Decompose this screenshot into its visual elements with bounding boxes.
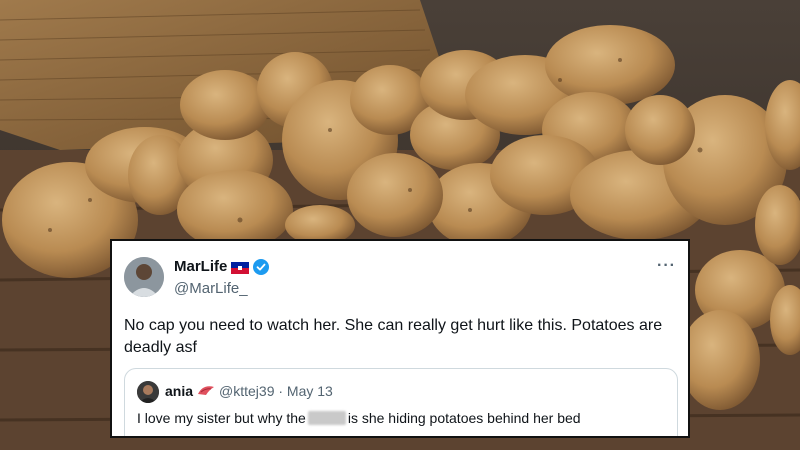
quote-display-name[interactable]: ania [165, 383, 193, 399]
avatar[interactable] [124, 257, 164, 297]
display-name[interactable]: MarLife [174, 258, 227, 275]
more-options-icon[interactable]: ··· [657, 257, 676, 275]
quote-avatar-image [137, 381, 159, 403]
tweet-card[interactable]: MarLife @MarLife_ ··· No cap you need to… [110, 239, 690, 438]
quoted-tweet[interactable]: ania @kttej39 · May 13 I love my sister … [124, 368, 678, 436]
censored-word [307, 411, 346, 425]
tweet-text: No cap you need to watch her. She can re… [124, 317, 663, 356]
handle[interactable]: @MarLife_ [174, 280, 248, 297]
author-name-row: MarLife [174, 258, 270, 275]
quote-handle-date: @kttej39 · May 13 [219, 383, 333, 399]
quote-text-before: I love my sister but why the [137, 410, 306, 426]
quote-avatar[interactable] [137, 381, 159, 403]
quote-text: I love my sister but why the is she hidin… [137, 410, 581, 426]
haiti-flag-icon [231, 261, 250, 274]
quote-text-after: is she hiding potatoes behind her bed [347, 410, 581, 426]
avatar-image [124, 257, 164, 297]
rose-icon [197, 383, 215, 399]
quote-author-row: ania @kttej39 · May 13 [165, 383, 333, 399]
verified-badge-icon [253, 258, 270, 275]
